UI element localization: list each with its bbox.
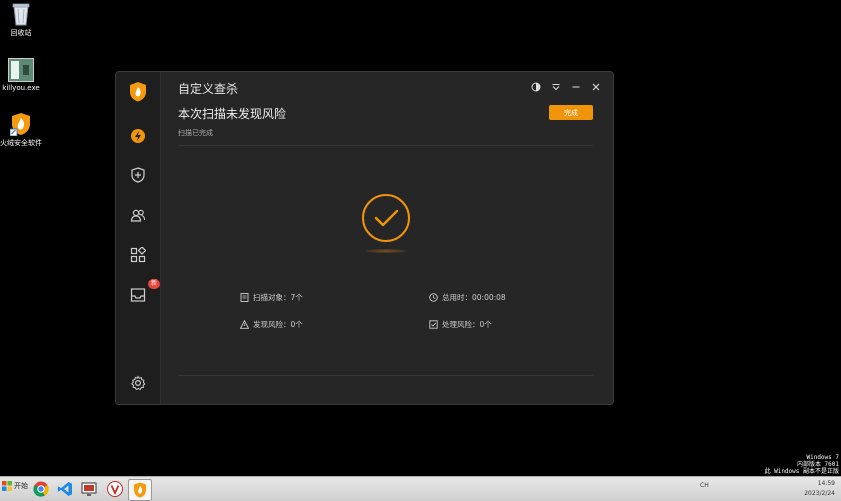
huorong-logo-icon <box>130 82 146 102</box>
shield-plus-icon <box>131 167 145 183</box>
monitor-icon <box>81 482 97 496</box>
windows-logo-icon <box>2 481 12 491</box>
windows-version-watermark: Windows 7 内部版本 7601 此 Windows 副本不是正版 <box>764 454 839 475</box>
theme-toggle-button[interactable] <box>530 81 542 93</box>
sidebar: 新 <box>116 72 161 404</box>
recycle-bin-icon <box>12 2 30 26</box>
stat-risks-found: 发现风险：0个 <box>240 319 303 330</box>
sidebar-item-protection[interactable] <box>128 165 148 185</box>
minimize-button[interactable] <box>570 81 582 93</box>
check-shadow <box>366 249 406 253</box>
desktop-icon-label: 火绒安全软件 <box>0 139 42 147</box>
document-icon <box>240 293 249 302</box>
sidebar-item-virus-scan[interactable] <box>128 126 148 146</box>
menu-button[interactable] <box>550 81 562 93</box>
stat-scanned: 扫描对象：7个 <box>240 292 303 303</box>
checkbox-icon <box>429 320 438 329</box>
clock-icon <box>429 293 438 302</box>
chrome-icon <box>33 481 49 497</box>
stat-duration-text: 总用时：00:00:08 <box>442 293 506 302</box>
desktop-icon-label: 回收站 <box>10 29 32 37</box>
taskbar: 开始 CH 14:59 2023/2/24 <box>0 476 841 501</box>
sidebar-item-tools[interactable] <box>128 245 148 265</box>
clock-time: 14:59 <box>817 480 835 487</box>
warning-icon <box>240 320 249 329</box>
desktop-icon-recycle-bin[interactable]: 回收站 <box>0 2 51 38</box>
scan-status-text: 扫描已完成 <box>178 129 213 137</box>
contrast-icon <box>531 82 541 92</box>
windows-version-line: Windows 7 <box>806 454 839 461</box>
close-button[interactable] <box>590 81 602 93</box>
sidebar-item-settings[interactable] <box>128 373 148 393</box>
stat-duration: 总用时：00:00:08 <box>429 292 506 303</box>
taskbar-vivaldi[interactable] <box>104 479 126 499</box>
app-logo <box>128 82 148 102</box>
start-label: 开始 <box>14 482 28 490</box>
taskbar-remote-desktop[interactable] <box>78 479 100 499</box>
huorong-icon <box>134 482 146 498</box>
clock-date: 2023/2/24 <box>804 490 835 497</box>
stat-risks-found-text: 发现风险：0个 <box>253 320 303 329</box>
windows-version-line: 此 Windows 副本不是正版 <box>764 468 839 475</box>
menu-dropdown-icon <box>552 84 560 91</box>
desktop-icon-huorong[interactable]: 火绒安全软件 <box>0 112 51 148</box>
stat-scanned-text: 扫描对象：7个 <box>253 293 303 302</box>
gear-icon <box>131 375 146 391</box>
divider <box>178 145 593 146</box>
sidebar-item-messages[interactable]: 新 <box>128 279 161 305</box>
executable-icon <box>8 58 34 82</box>
scan-window: 新 自定义查杀 本次扫描未发现风险 扫描已完成 完成 扫描对象：7个 总用时：0… <box>115 71 614 405</box>
lightning-icon <box>131 129 145 143</box>
vivaldi-icon <box>107 481 123 497</box>
windows-version-line: 内部版本 7601 <box>796 461 839 468</box>
users-icon <box>130 209 146 222</box>
stat-risks-handled: 处理风险：0个 <box>429 319 492 330</box>
success-check-icon <box>361 193 411 243</box>
start-button[interactable]: 开始 <box>0 481 28 491</box>
divider <box>178 375 593 376</box>
minimize-icon <box>572 86 580 88</box>
close-icon <box>592 83 600 91</box>
huorong-shield-icon <box>9 112 32 137</box>
apps-grid-icon <box>130 247 146 263</box>
stat-risks-handled-text: 处理风险：0个 <box>442 320 492 329</box>
vscode-icon <box>57 482 72 496</box>
new-badge: 新 <box>148 279 161 289</box>
desktop-icon-label: killyou.exe <box>2 84 40 92</box>
done-button[interactable]: 完成 <box>549 105 593 120</box>
taskbar-chrome[interactable] <box>30 479 52 499</box>
desktop-icon-killyou[interactable]: killyou.exe <box>0 58 51 92</box>
taskbar-vscode[interactable] <box>54 479 76 499</box>
language-indicator[interactable]: CH <box>700 482 709 489</box>
taskbar-huorong[interactable] <box>128 479 152 501</box>
sidebar-item-access-control[interactable] <box>128 205 148 225</box>
system-clock[interactable]: 14:59 2023/2/24 <box>804 479 835 499</box>
scan-result-headline: 本次扫描未发现风险 <box>178 107 287 121</box>
window-title: 自定义查杀 <box>178 82 239 96</box>
inbox-icon <box>130 288 146 302</box>
